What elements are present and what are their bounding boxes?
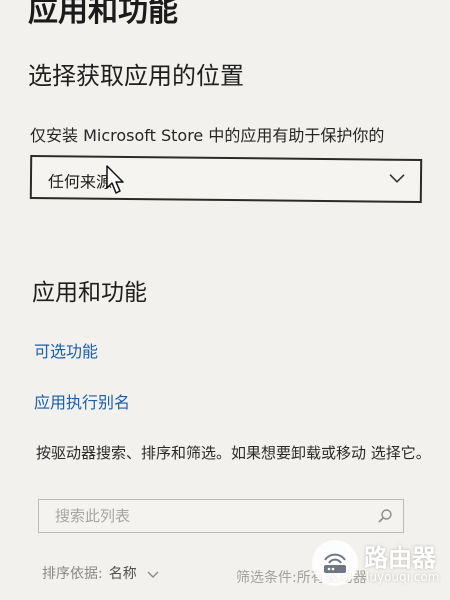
app-execution-alias-link[interactable]: 应用执行别名 [34, 389, 130, 413]
sort-label: 排序依据: [42, 566, 103, 582]
search-list-box[interactable] [38, 499, 404, 533]
site-watermark: 路由器 luyouqi.com [312, 538, 450, 598]
sort-value: 名称 [108, 566, 137, 582]
mouse-cursor-icon [106, 165, 124, 194]
install-source-selected-value: 任何来源 [47, 172, 113, 192]
page-title: 应用和功能 [28, 0, 178, 29]
sort-control[interactable]: 排序依据: 名称 [42, 563, 159, 583]
install-source-description: 仅安装 Microsoft Store 中的应用有助于保护你的 [30, 126, 385, 145]
chevron-down-icon [389, 174, 405, 183]
apps-features-heading: 应用和功能 [32, 280, 147, 306]
optional-features-link[interactable]: 可选功能 [34, 338, 98, 362]
install-source-dropdown[interactable]: 任何来源 [29, 154, 423, 204]
chevron-down-icon [147, 571, 159, 578]
watermark-url: luyouqi.com [366, 570, 440, 584]
router-logo-icon [312, 540, 358, 586]
watermark-brand: 路由器 [364, 544, 436, 572]
search-icon [378, 509, 392, 523]
apps-helper-text: 按驱动器搜索、排序和筛选。如果想要卸载或移动 选择它。 [36, 444, 431, 462]
search-input[interactable] [53, 506, 357, 526]
install-source-heading: 选择获取应用的位置 [28, 62, 244, 90]
